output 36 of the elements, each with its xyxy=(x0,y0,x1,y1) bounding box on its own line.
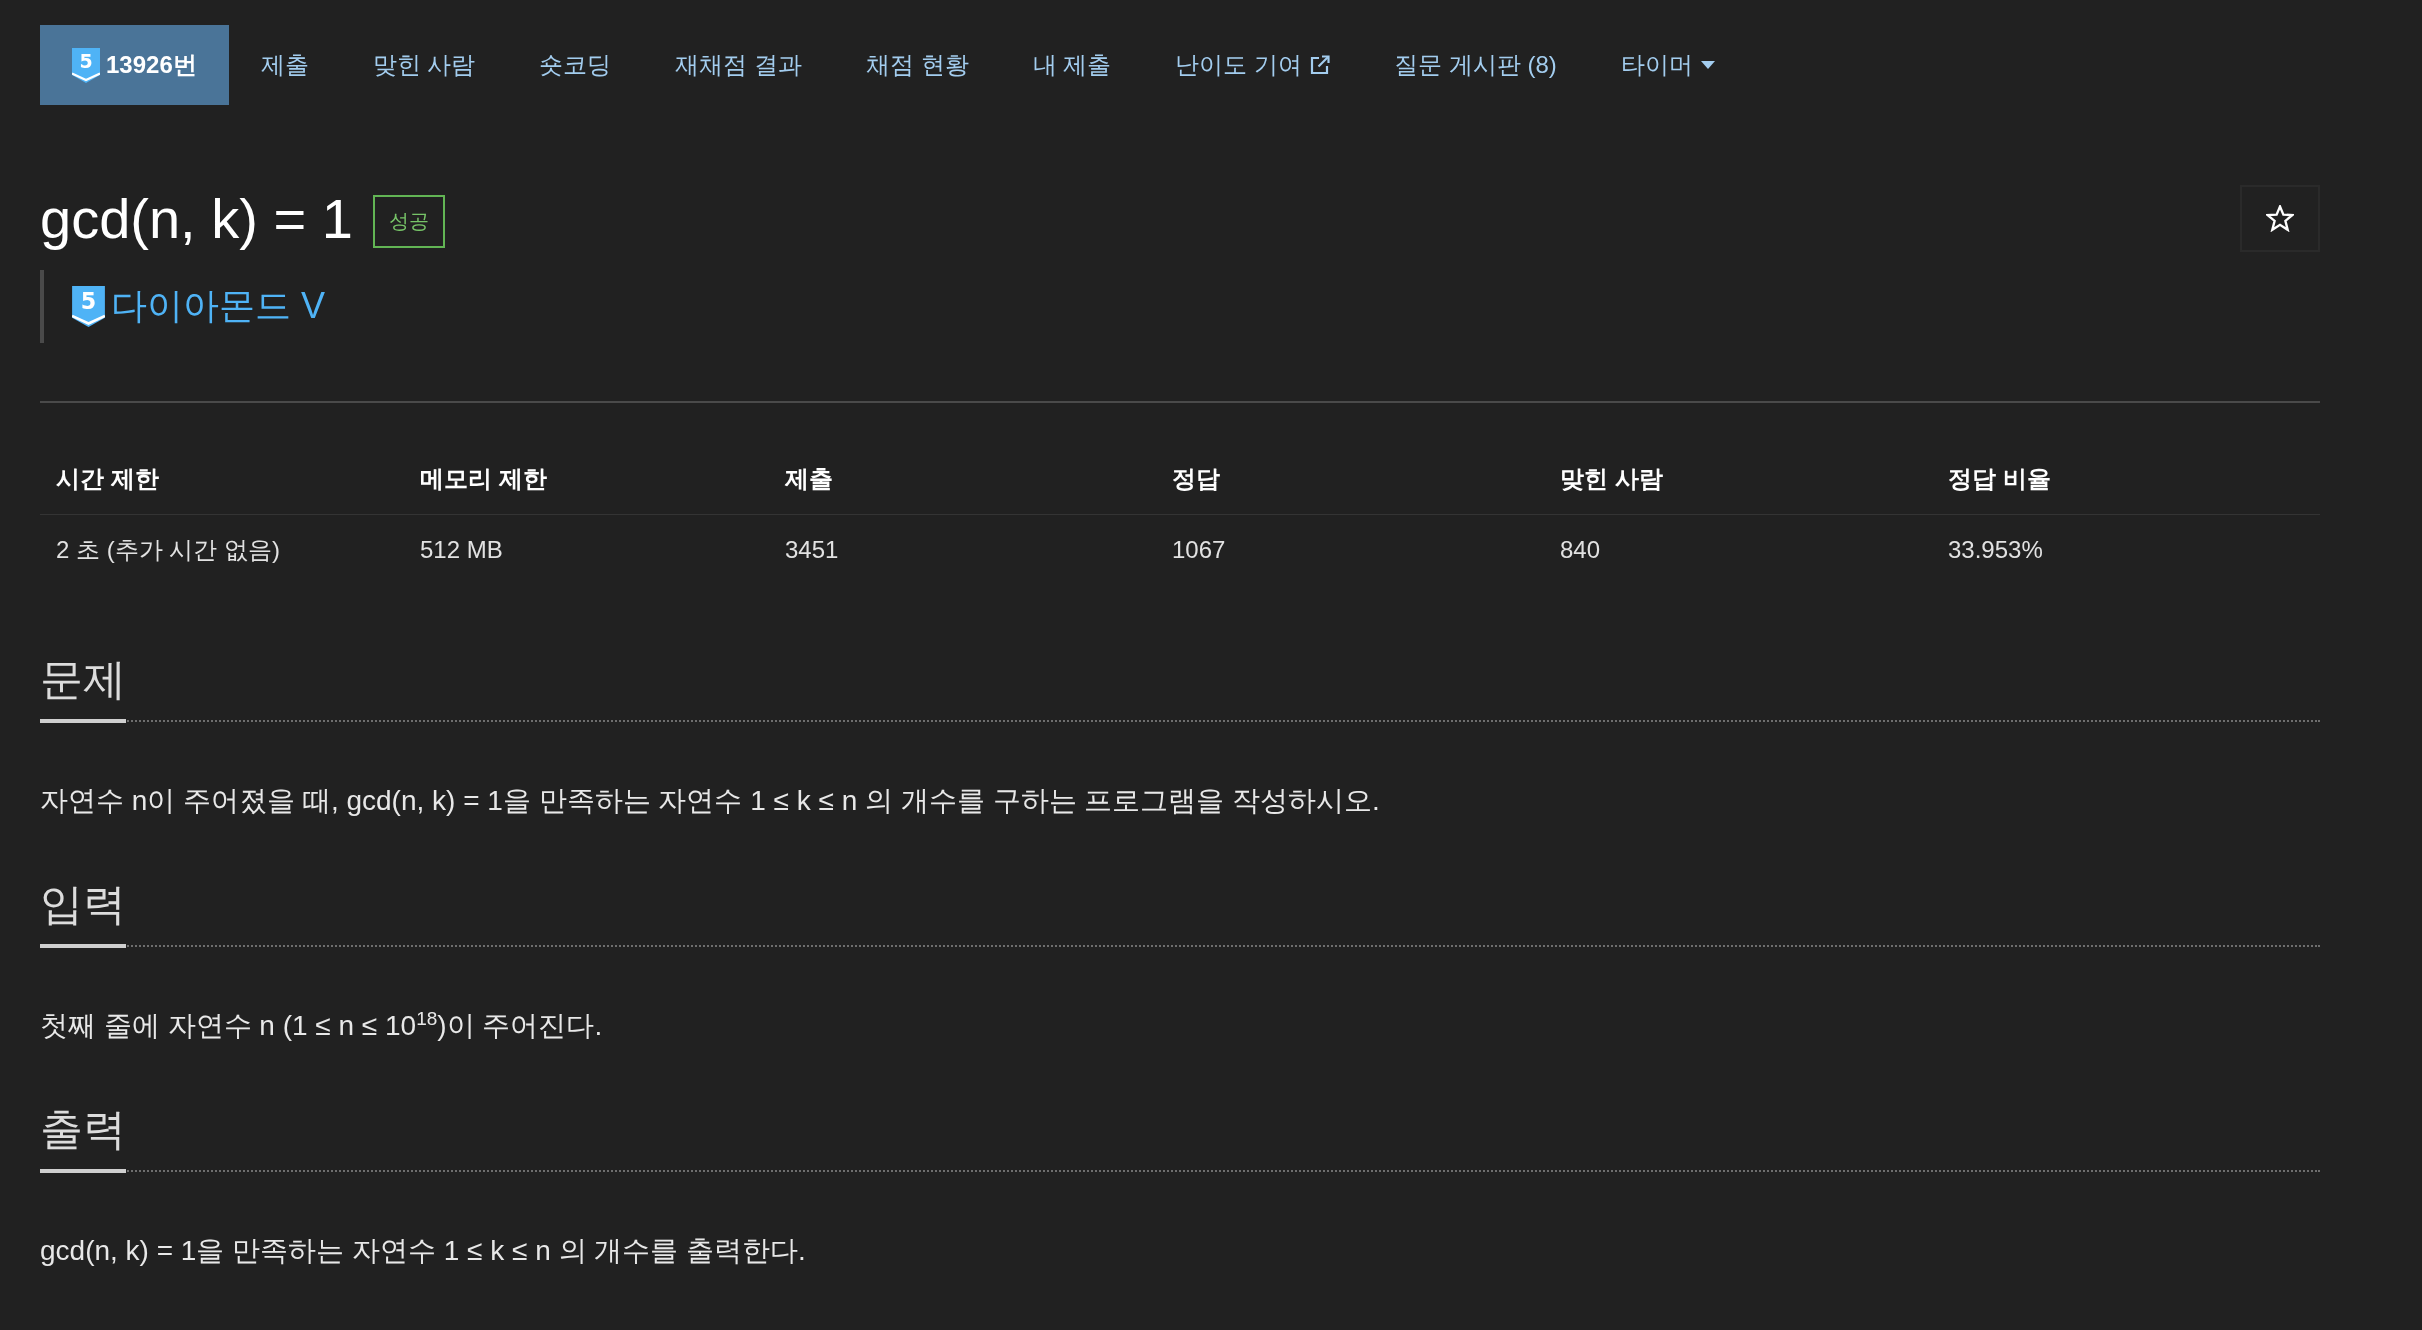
external-link-icon xyxy=(1310,55,1331,75)
column-header: 제출 xyxy=(769,444,1156,516)
shield-icon: 5 xyxy=(72,286,105,328)
result-badge: 성공 xyxy=(372,195,445,249)
section-heading: 입력 xyxy=(40,876,126,949)
caret-icon xyxy=(1700,61,1715,69)
table-cell-text: 512 MB xyxy=(419,535,504,566)
table-cell-text: 1067 xyxy=(1171,535,1227,566)
column-header: 시간 제한 xyxy=(40,444,404,516)
column-header: 정답 비율 xyxy=(1932,444,2320,516)
nav-tab[interactable]: 숏코딩 xyxy=(507,25,644,105)
favorite-button[interactable] xyxy=(2240,185,2320,253)
nav-tab[interactable]: 채점 현황 xyxy=(834,25,1001,105)
nav-dropdown[interactable]: 타이머 xyxy=(1588,25,1747,105)
shield-icon: 5 xyxy=(72,47,100,83)
table-cell-text: 3451 xyxy=(784,535,840,566)
section-text: 자연수 n이 주어졌을 때, gcd(n, k) = 1을 만족하는 자연수 1 ≤ k ≤ n 의 개수를 구하는 프로그램을 작성하시오. xyxy=(40,784,1381,819)
nav-tab[interactable]: 난이도 기여 xyxy=(1143,25,1363,105)
section-heading: 출력 xyxy=(40,1101,126,1174)
nav-tab[interactable]: 내 제출 xyxy=(1000,25,1144,105)
nav-tab[interactable]: 맞힌 사람 xyxy=(340,25,508,105)
table-cell-text: 2 초 (추가 시간 없음) xyxy=(55,535,281,566)
table-cell-text: 840 xyxy=(1559,535,1602,566)
column-header: 정답 xyxy=(1156,444,1544,516)
section-heading: 문제 xyxy=(40,651,126,724)
column-header: 맞힌 사람 xyxy=(1544,444,1932,516)
section-text: 첫째 줄에 자연수 n (1 ≤ n ≤ 10$^{18}$)이 주어진다. xyxy=(40,1006,604,1044)
tier-link[interactable]: 5 다이아몬드 V xyxy=(72,282,325,332)
column-header: 메모리 제한 xyxy=(404,444,769,516)
problem-tab[interactable]: 5 13926번 xyxy=(40,25,229,105)
nav-tab[interactable]: 재채점 결과 xyxy=(643,25,835,105)
nav-tab[interactable]: 제출 xyxy=(228,25,341,105)
table-cell-text: 33.953% xyxy=(1947,535,2044,566)
problem-title: gcd(n, k) = 1 xyxy=(40,186,353,252)
section-text: gcd(n, k) = 1을 만족하는 자연수 1 ≤ k ≤ n 의 개수를 출력한다. xyxy=(40,1234,807,1269)
nav-tab[interactable]: 질문 게시판 (8) xyxy=(1362,25,1589,105)
